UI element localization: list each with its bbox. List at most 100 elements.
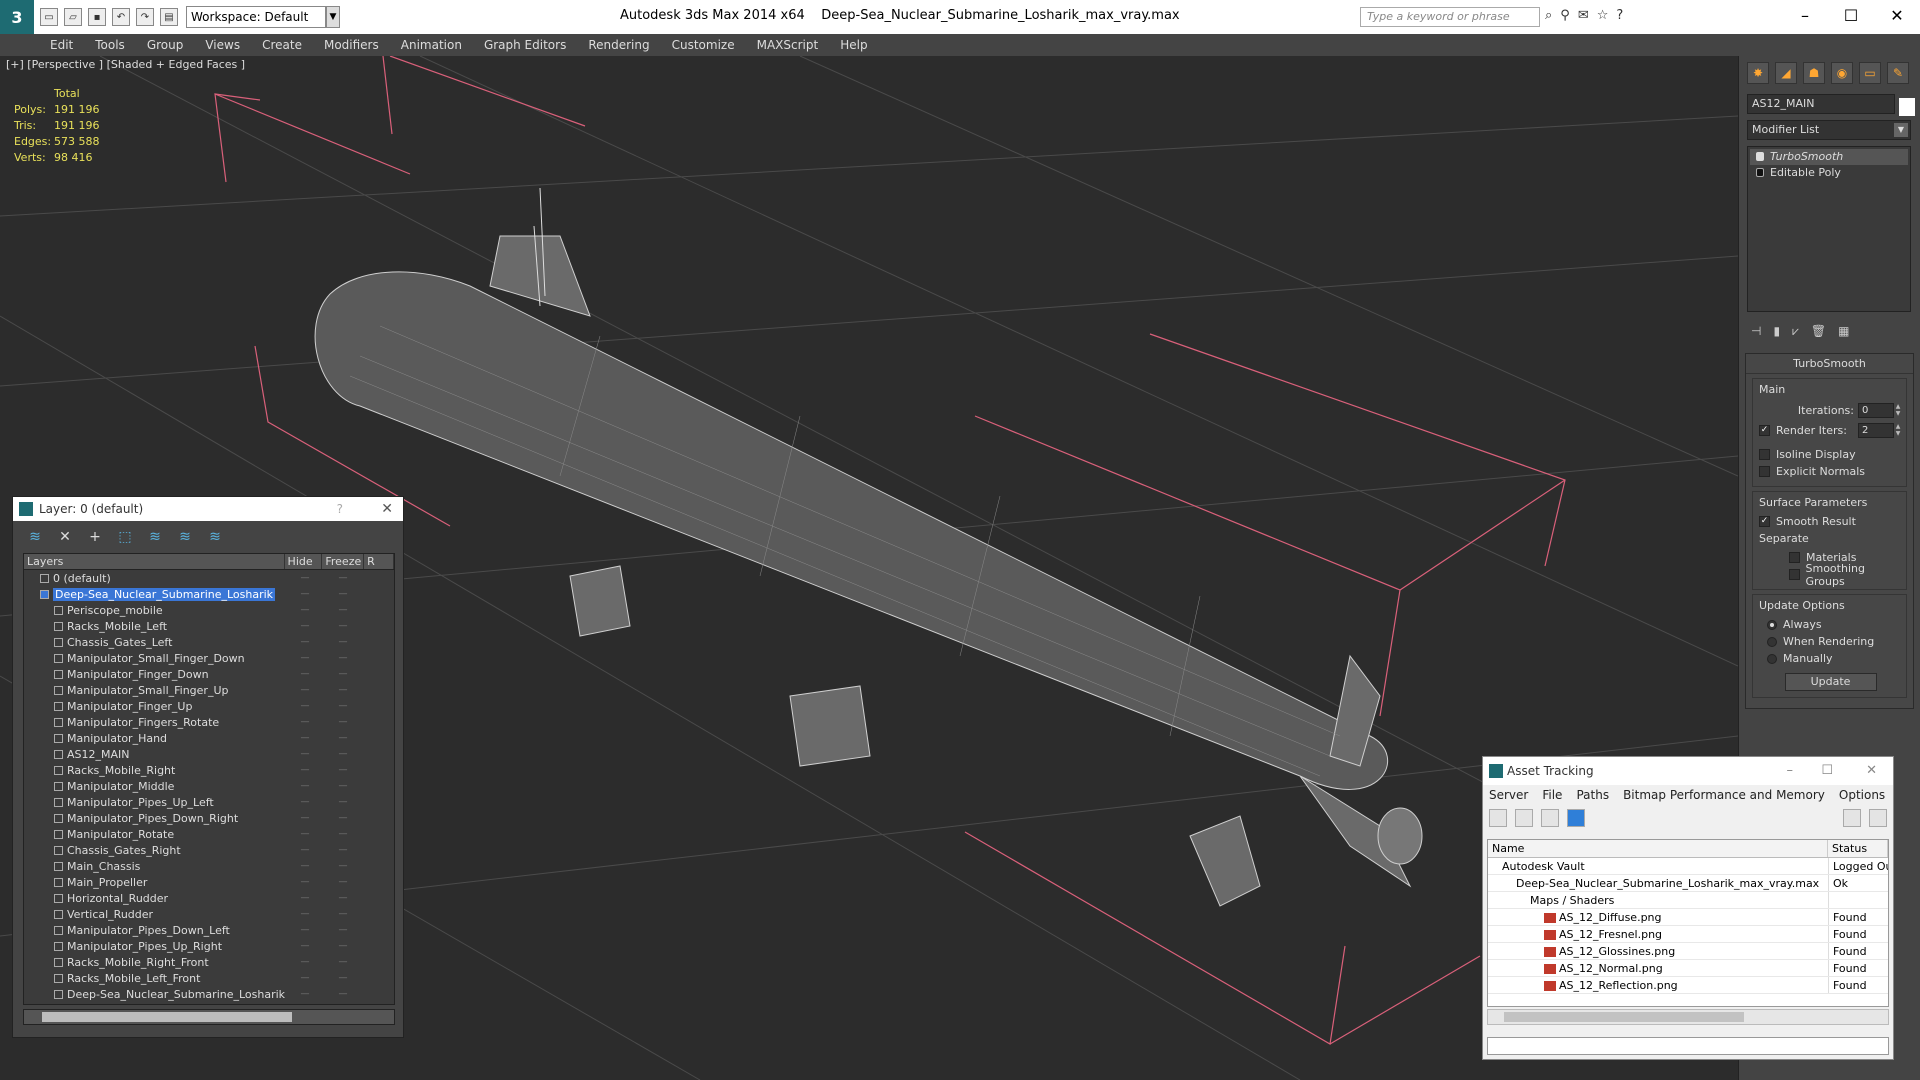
hide-toggle[interactable]: — xyxy=(286,749,324,759)
freeze-toggle[interactable]: — xyxy=(324,781,362,791)
freeze-toggle[interactable]: — xyxy=(324,925,362,935)
search-input[interactable]: Type a keyword or phrase xyxy=(1360,7,1540,27)
col-freeze[interactable]: Freeze xyxy=(322,554,365,569)
project-folder-icon[interactable]: ▤ xyxy=(160,8,178,26)
create-layer-icon[interactable]: ≋ xyxy=(25,527,45,547)
freeze-toggle[interactable]: — xyxy=(324,637,362,647)
menu-create[interactable]: Create xyxy=(262,38,302,52)
freeze-toggle[interactable]: — xyxy=(324,845,362,855)
layer-row[interactable]: Manipulator_Finger_Down — — xyxy=(24,666,394,682)
isoline-display-checkbox[interactable] xyxy=(1759,449,1770,460)
freeze-toggle[interactable]: — xyxy=(324,605,362,615)
freeze-all-icon[interactable]: ≋ xyxy=(205,527,225,547)
freeze-toggle[interactable]: — xyxy=(324,653,362,663)
select-objects-icon[interactable]: ⬚ xyxy=(115,527,135,547)
utilities-tab-icon[interactable]: ✎ xyxy=(1887,62,1909,84)
menu-graph-editors[interactable]: Graph Editors xyxy=(484,38,566,52)
chevron-down-icon[interactable]: ▼ xyxy=(326,6,340,28)
menu-server[interactable]: Server xyxy=(1489,788,1528,802)
render-iters-spinner[interactable]: 2 xyxy=(1858,422,1894,438)
layer-dialog-titlebar[interactable]: Layer: 0 (default) ? ✕ xyxy=(13,497,403,521)
hide-toggle[interactable]: — xyxy=(286,973,324,983)
modify-tab-icon[interactable]: ◢ xyxy=(1775,62,1797,84)
freeze-toggle[interactable]: — xyxy=(324,733,362,743)
maximize-icon[interactable]: ☐ xyxy=(1821,757,1833,785)
menu-customize[interactable]: Customize xyxy=(672,38,735,52)
create-tab-icon[interactable]: ✸ xyxy=(1747,62,1769,84)
menu-rendering[interactable]: Rendering xyxy=(588,38,649,52)
hide-toggle[interactable]: — xyxy=(286,797,324,807)
menu-bitmap-performance[interactable]: Bitmap Performance and Memory xyxy=(1623,788,1825,802)
app-logo-icon[interactable]: 3 xyxy=(0,0,34,34)
hide-toggle[interactable]: — xyxy=(286,829,324,839)
rollout-title[interactable]: TurboSmooth xyxy=(1746,354,1913,374)
asset-scrollbar[interactable] xyxy=(1487,1009,1889,1025)
asset-row[interactable]: AS_12_Normal.png Found xyxy=(1488,960,1888,977)
maximize-button[interactable]: ☐ xyxy=(1828,0,1874,30)
tree-view-icon[interactable] xyxy=(1541,809,1559,827)
menu-animation[interactable]: Animation xyxy=(401,38,462,52)
asset-row[interactable]: Deep-Sea_Nuclear_Submarine_Losharik_max_… xyxy=(1488,875,1888,892)
render-iters-checkbox[interactable]: ✓ xyxy=(1759,424,1770,436)
open-file-icon[interactable]: ▱ xyxy=(64,8,82,26)
layer-row[interactable]: Manipulator_Hand — — xyxy=(24,730,394,746)
asset-row[interactable]: Maps / Shaders xyxy=(1488,892,1888,909)
layers-scrollbar[interactable] xyxy=(23,1009,395,1025)
close-button[interactable]: ✕ xyxy=(1874,0,1920,30)
spinner-arrows-icon[interactable]: ▲ ▼ xyxy=(1894,403,1902,418)
menu-maxscript[interactable]: MAXScript xyxy=(757,38,819,52)
scroll-thumb[interactable] xyxy=(1504,1012,1744,1022)
hide-toggle[interactable]: — xyxy=(286,845,324,855)
layer-row[interactable]: Manipulator_Rotate — — xyxy=(24,826,394,842)
list-view-icon[interactable] xyxy=(1515,809,1533,827)
layer-row[interactable]: Horizontal_Rudder — — xyxy=(24,890,394,906)
manually-radio[interactable] xyxy=(1767,653,1777,664)
freeze-toggle[interactable]: — xyxy=(324,957,362,967)
explicit-normals-checkbox[interactable] xyxy=(1759,466,1770,477)
asset-row[interactable]: Autodesk Vault Logged Out xyxy=(1488,858,1888,875)
layer-row[interactable]: Periscope_mobile — — xyxy=(24,602,394,618)
hide-toggle[interactable]: — xyxy=(286,685,324,695)
freeze-toggle[interactable]: — xyxy=(324,973,362,983)
viewport-label[interactable]: [+] [Perspective ] [Shaded + Edged Faces… xyxy=(6,58,245,71)
stack-item-turbosmooth[interactable]: TurboSmooth xyxy=(1750,149,1908,165)
table-view-icon[interactable] xyxy=(1567,809,1585,827)
layer-row[interactable]: Manipulator_Pipes_Down_Right — — xyxy=(24,810,394,826)
menu-tools[interactable]: Tools xyxy=(95,38,125,52)
freeze-toggle[interactable]: — xyxy=(324,877,362,887)
hide-toggle[interactable]: — xyxy=(286,669,324,679)
hide-toggle[interactable]: — xyxy=(286,621,324,631)
smooth-result-checkbox[interactable]: ✓ xyxy=(1759,516,1770,527)
always-radio[interactable] xyxy=(1767,619,1777,630)
display-tab-icon[interactable]: ▭ xyxy=(1859,62,1881,84)
hide-toggle[interactable]: — xyxy=(286,733,324,743)
search-icon[interactable]: ⚲ xyxy=(1560,8,1570,23)
highlight-layer-icon[interactable]: ≋ xyxy=(145,527,165,547)
asset-row[interactable]: AS_12_Reflection.png Found xyxy=(1488,977,1888,994)
freeze-toggle[interactable]: — xyxy=(324,941,362,951)
hide-toggle[interactable]: — xyxy=(286,605,324,615)
layer-row[interactable]: Manipulator_Pipes_Up_Left — — xyxy=(24,794,394,810)
menu-options[interactable]: Options xyxy=(1839,788,1885,802)
layer-row[interactable]: Chassis_Gates_Right — — xyxy=(24,842,394,858)
hide-toggle[interactable]: — xyxy=(286,989,324,999)
hide-toggle[interactable]: — xyxy=(286,717,324,727)
hide-toggle[interactable]: — xyxy=(286,861,324,871)
layer-row[interactable]: Deep-Sea_Nuclear_Submarine_Losharik — — xyxy=(24,586,394,602)
lightbulb-icon[interactable] xyxy=(1756,152,1764,161)
menu-group[interactable]: Group xyxy=(147,38,184,52)
hide-toggle[interactable]: — xyxy=(286,877,324,887)
when-rendering-radio[interactable] xyxy=(1767,636,1777,647)
freeze-toggle[interactable]: — xyxy=(324,829,362,839)
hide-toggle[interactable]: — xyxy=(286,893,324,903)
chevron-down-icon[interactable]: ▼ xyxy=(1894,123,1908,137)
layer-row[interactable]: Manipulator_Fingers_Rotate — — xyxy=(24,714,394,730)
add-to-layer-icon[interactable]: + xyxy=(85,527,105,547)
col-render[interactable]: R xyxy=(364,554,394,569)
col-name[interactable]: Name xyxy=(1488,840,1828,857)
new-file-icon[interactable]: ▭ xyxy=(40,8,58,26)
make-unique-icon[interactable]: ⩗ xyxy=(1792,324,1799,339)
freeze-toggle[interactable]: — xyxy=(324,589,362,599)
hide-toggle[interactable]: — xyxy=(286,637,324,647)
layer-row[interactable]: Racks_Mobile_Right_Front — — xyxy=(24,954,394,970)
